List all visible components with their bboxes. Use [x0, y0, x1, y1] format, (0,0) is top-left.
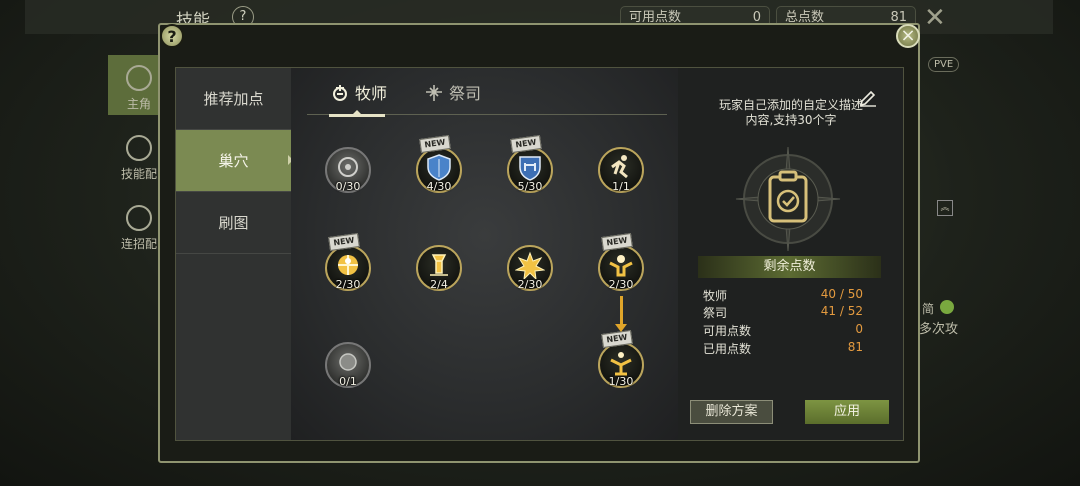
sprint-icon	[611, 155, 628, 179]
tab-priest[interactable]: 牧师	[331, 82, 387, 106]
tab-caret-icon	[352, 110, 362, 115]
collapse-icon[interactable]: ︽	[937, 200, 953, 216]
side-item-label: 技能配	[120, 167, 157, 181]
class-tabs: 牧师 祭司	[307, 74, 667, 117]
stat-priest: 牧师 40 / 50	[703, 287, 863, 303]
stat-value: 40 / 50	[820, 287, 863, 301]
toggle-label[interactable]: 简	[922, 300, 934, 317]
pillar-icon	[430, 254, 448, 276]
edit-icon[interactable]	[858, 88, 878, 108]
skill-node[interactable]: NEW 1/30	[598, 329, 644, 388]
nav-recommended[interactable]: 推荐加点	[176, 68, 291, 130]
stat-cleric: 祭司 41 / 52	[703, 304, 863, 320]
pve-badge[interactable]: PVE	[928, 57, 960, 72]
help-button[interactable]: ?	[160, 24, 184, 48]
ascend-icon	[610, 352, 632, 376]
apply-button[interactable]: 应用	[805, 400, 889, 424]
stat-label: 牧师	[703, 289, 728, 303]
skill-node[interactable]: 0/30	[325, 147, 371, 193]
remaining-points-title: 剩余点数	[698, 256, 881, 278]
combo-icon	[126, 205, 152, 231]
skill-level: 2/4	[430, 278, 448, 291]
skill-node[interactable]: NEW 2/30	[598, 232, 644, 291]
toggle-switch[interactable]	[940, 300, 954, 314]
skill-node[interactable]: NEW 2/30	[325, 232, 371, 291]
stat-value: 41 / 52	[820, 304, 863, 318]
armor-icon	[519, 156, 541, 181]
skill-node[interactable]: 0/1	[325, 342, 371, 388]
stat-value: 0	[855, 322, 863, 336]
skill-node[interactable]: 2/30	[507, 245, 553, 291]
stat-label: 已用点数	[703, 342, 752, 356]
close-button[interactable]: ×	[896, 24, 920, 48]
side-item-label: 主角	[126, 97, 151, 111]
stat-available: 可用点数 0	[703, 322, 863, 338]
skill-node[interactable]: 1/1	[598, 147, 644, 193]
blessing-icon	[609, 255, 633, 277]
side-item-label: 连招配	[120, 237, 157, 251]
skill-level: 0/30	[335, 180, 361, 193]
locked-skill-icon	[339, 353, 357, 371]
shield-icon	[427, 154, 451, 181]
tab-cleric[interactable]: 祭司	[425, 82, 481, 106]
skill-level: 2/30	[517, 278, 543, 291]
stat-value: 81	[847, 340, 863, 354]
skill-level: 2/30	[608, 278, 634, 291]
skill-level: 2/30	[335, 278, 361, 291]
skill-link-line	[620, 296, 623, 326]
skill-level: 1/30	[608, 375, 634, 388]
tab-label: 牧师	[355, 84, 388, 103]
tab-label: 祭司	[449, 84, 482, 103]
skill-level: 5/30	[517, 180, 543, 193]
skill-level: 4/30	[426, 180, 452, 193]
crossed-swords-icon[interactable]: ✕	[924, 3, 946, 33]
delete-plan-button[interactable]: 删除方案	[690, 400, 773, 424]
radiance-icon	[515, 251, 545, 279]
skill-node[interactable]: 2/4	[416, 245, 462, 291]
left-nav: 推荐加点 巢穴 刷图	[176, 68, 291, 440]
stat-used: 已用点数 81	[703, 340, 863, 356]
stat-label: 祭司	[703, 306, 728, 320]
skill-node[interactable]: NEW 5/30	[507, 134, 553, 193]
nav-nest[interactable]: 巢穴	[176, 130, 291, 192]
lightning-icon	[126, 65, 152, 91]
skill-node[interactable]: NEW 4/30	[416, 134, 462, 193]
cross-icon	[426, 85, 442, 101]
holy-burst-icon	[338, 255, 358, 275]
nav-dungeon[interactable]: 刷图	[176, 192, 291, 254]
skill-level: 0/1	[339, 375, 357, 388]
stat-label: 可用点数	[703, 324, 752, 338]
arrow-down-icon	[615, 324, 627, 332]
clipboard-check-icon	[735, 146, 841, 252]
skill-level: 1/1	[612, 180, 630, 193]
shuriken-icon	[126, 135, 152, 161]
shield-gear-icon	[338, 157, 358, 177]
plan-description: 玩家自己添加的自定义描述内容,支持30个字	[718, 98, 863, 127]
priest-icon	[333, 85, 347, 101]
